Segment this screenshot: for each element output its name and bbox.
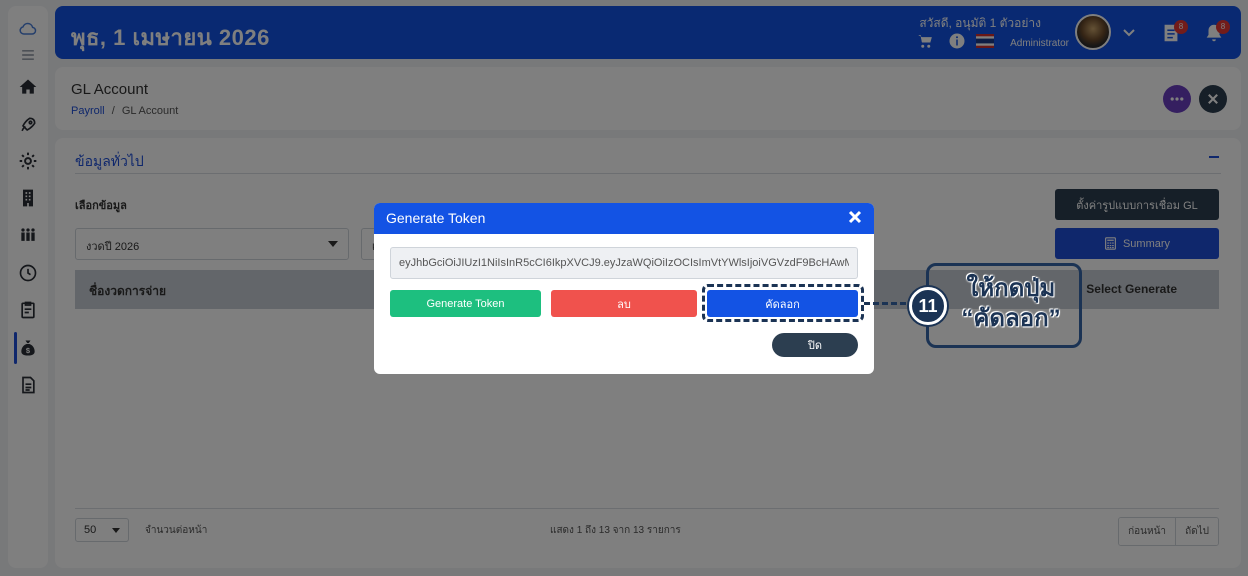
generate-token-button[interactable]: Generate Token xyxy=(390,290,541,317)
step-number-badge: 11 xyxy=(909,287,947,325)
annotation-highlight-box xyxy=(702,284,864,322)
close-modal-button[interactable]: ปิด xyxy=(772,333,858,357)
annotation-callout: ให้กดปุ่ม “คัดลอก” xyxy=(926,263,1082,348)
delete-button[interactable]: ลบ xyxy=(551,290,697,317)
close-icon[interactable] xyxy=(848,210,862,224)
modal-title: Generate Token xyxy=(386,210,486,226)
annotation-connector xyxy=(864,302,906,305)
modal-header: Generate Token xyxy=(374,203,874,234)
annotation-line-1: ให้กดปุ่ม xyxy=(966,275,1056,302)
annotation-line-2: “คัดลอก” xyxy=(961,305,1061,332)
token-field[interactable] xyxy=(390,247,858,279)
